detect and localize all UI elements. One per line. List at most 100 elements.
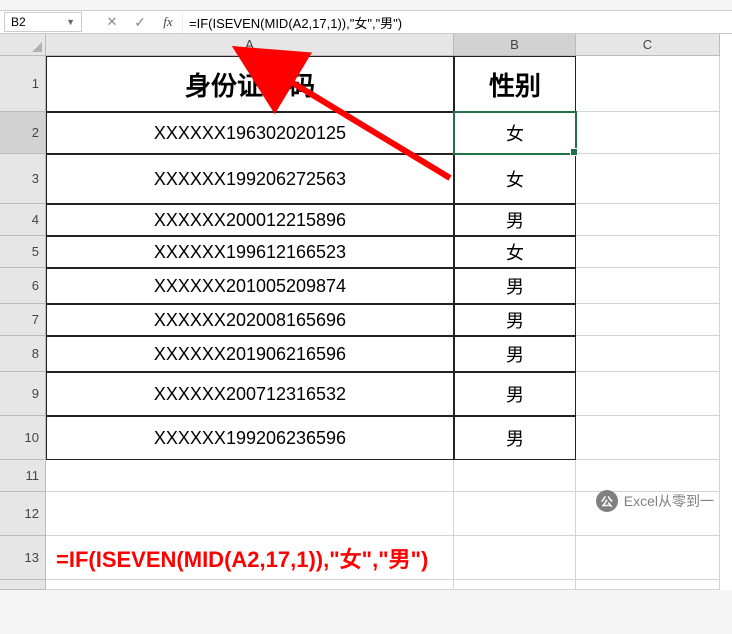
cell-B6[interactable]: 男: [454, 268, 576, 304]
row-9: 9 XXXXXX200712316532 男: [0, 372, 732, 416]
row-header[interactable]: 1: [0, 56, 46, 112]
row-header[interactable]: 13: [0, 536, 46, 580]
cell-B11[interactable]: [454, 460, 576, 492]
row-header[interactable]: 7: [0, 304, 46, 336]
cell[interactable]: [576, 580, 720, 590]
gender-value: 男: [506, 381, 524, 407]
cell-B8[interactable]: 男: [454, 336, 576, 372]
cell-A9[interactable]: XXXXXX200712316532: [46, 372, 454, 416]
accept-icon[interactable]: ✓: [130, 14, 150, 31]
row-6: 6 XXXXXX201005209874 男: [0, 268, 732, 304]
cell-B4[interactable]: 男: [454, 204, 576, 236]
cell-A1[interactable]: 身份证号码: [46, 56, 454, 112]
col-header-B[interactable]: B: [454, 34, 576, 56]
row-header[interactable]: 11: [0, 460, 46, 492]
row-2: 2 XXXXXX196302020125 女: [0, 112, 732, 154]
cell-B1[interactable]: 性别: [454, 56, 576, 112]
row-1: 1 身份证号码 性别: [0, 56, 732, 112]
spreadsheet-grid: A B C 1 身份证号码 性别 2 XXXXXX196302020125 女 …: [0, 34, 732, 590]
name-box[interactable]: B2 ▼: [4, 12, 82, 32]
cell-B3[interactable]: 女: [454, 154, 576, 204]
row-11: 11: [0, 460, 732, 492]
id-value: XXXXXX199612166523: [154, 242, 346, 263]
cell-A10[interactable]: XXXXXX199206236596: [46, 416, 454, 460]
cell-C7[interactable]: [576, 304, 720, 336]
id-value: XXXXXX201005209874: [154, 276, 346, 297]
cell-B12[interactable]: [454, 492, 576, 536]
cell-A8[interactable]: XXXXXX201906216596: [46, 336, 454, 372]
gender-value: 女: [506, 120, 524, 146]
cancel-icon[interactable]: ✕: [102, 14, 122, 30]
cell-C4[interactable]: [576, 204, 720, 236]
row-header[interactable]: [0, 580, 46, 590]
row-7: 7 XXXXXX202008165696 男: [0, 304, 732, 336]
row-4: 4 XXXXXX200012215896 男: [0, 204, 732, 236]
cell-A11[interactable]: [46, 460, 454, 492]
id-value: XXXXXX196302020125: [154, 123, 346, 144]
cell-A12[interactable]: [46, 492, 454, 536]
watermark: 公 Excel从零到一: [596, 490, 714, 512]
row-header[interactable]: 9: [0, 372, 46, 416]
gender-value: 女: [506, 239, 524, 265]
gender-value: 男: [506, 341, 524, 367]
cell-C1[interactable]: [576, 56, 720, 112]
row-header[interactable]: 4: [0, 204, 46, 236]
select-all-button[interactable]: [0, 34, 46, 56]
row-header[interactable]: 5: [0, 236, 46, 268]
formula-input[interactable]: =IF(ISEVEN(MID(A2,17,1)),"女","男"): [182, 11, 732, 33]
header-gender: 性别: [489, 66, 541, 103]
watermark-icon: 公: [596, 490, 618, 512]
cell-A7[interactable]: XXXXXX202008165696: [46, 304, 454, 336]
row-5: 5 XXXXXX199612166523 女: [0, 236, 732, 268]
formula-bar: B2 ▼ ✕ ✓ fx =IF(ISEVEN(MID(A2,17,1)),"女"…: [0, 10, 732, 34]
cell-C3[interactable]: [576, 154, 720, 204]
column-headers: A B C: [46, 34, 732, 56]
id-value: XXXXXX202008165696: [154, 310, 346, 331]
cell[interactable]: [454, 580, 576, 590]
cell-C11[interactable]: [576, 460, 720, 492]
cell-A3[interactable]: XXXXXX199206272563: [46, 154, 454, 204]
row-8: 8 XXXXXX201906216596 男: [0, 336, 732, 372]
cell-C8[interactable]: [576, 336, 720, 372]
cell[interactable]: [46, 580, 454, 590]
cell-A6[interactable]: XXXXXX201005209874: [46, 268, 454, 304]
row-header[interactable]: 6: [0, 268, 46, 304]
cell-C2[interactable]: [576, 112, 720, 154]
cell-B9[interactable]: 男: [454, 372, 576, 416]
cell-B7[interactable]: 男: [454, 304, 576, 336]
cell-C5[interactable]: [576, 236, 720, 268]
cell-A2[interactable]: XXXXXX196302020125: [46, 112, 454, 154]
watermark-text: Excel从零到一: [624, 491, 714, 511]
cell-C10[interactable]: [576, 416, 720, 460]
row-3: 3 XXXXXX199206272563 女: [0, 154, 732, 204]
fx-icon[interactable]: fx: [158, 14, 178, 30]
col-header-C[interactable]: C: [576, 34, 720, 56]
row-header[interactable]: 2: [0, 112, 46, 154]
row-header[interactable]: 8: [0, 336, 46, 372]
formula-buttons: ✕ ✓ fx: [102, 14, 178, 31]
row-truncated: [0, 580, 732, 590]
gender-value: 男: [506, 207, 524, 233]
cell-A4[interactable]: XXXXXX200012215896: [46, 204, 454, 236]
id-value: XXXXXX199206236596: [154, 428, 346, 449]
cell-B5[interactable]: 女: [454, 236, 576, 268]
gender-value: 男: [506, 425, 524, 451]
row-header[interactable]: 12: [0, 492, 46, 536]
cell-C6[interactable]: [576, 268, 720, 304]
gender-value: 男: [506, 273, 524, 299]
cell-B13[interactable]: [454, 536, 576, 580]
id-value: XXXXXX199206272563: [154, 169, 346, 190]
id-value: XXXXXX201906216596: [154, 344, 346, 365]
cell-C13[interactable]: [576, 536, 720, 580]
id-value: XXXXXX200012215896: [154, 210, 346, 231]
row-header[interactable]: 3: [0, 154, 46, 204]
name-box-dropdown-icon[interactable]: ▼: [66, 17, 75, 27]
row-header[interactable]: 10: [0, 416, 46, 460]
cell-A13[interactable]: =IF(ISEVEN(MID(A2,17,1)),"女","男"): [46, 536, 454, 580]
cell-C9[interactable]: [576, 372, 720, 416]
cell-B2[interactable]: 女: [454, 112, 576, 154]
cell-B10[interactable]: 男: [454, 416, 576, 460]
col-header-A[interactable]: A: [46, 34, 454, 56]
cell-A5[interactable]: XXXXXX199612166523: [46, 236, 454, 268]
gender-value: 女: [506, 166, 524, 192]
